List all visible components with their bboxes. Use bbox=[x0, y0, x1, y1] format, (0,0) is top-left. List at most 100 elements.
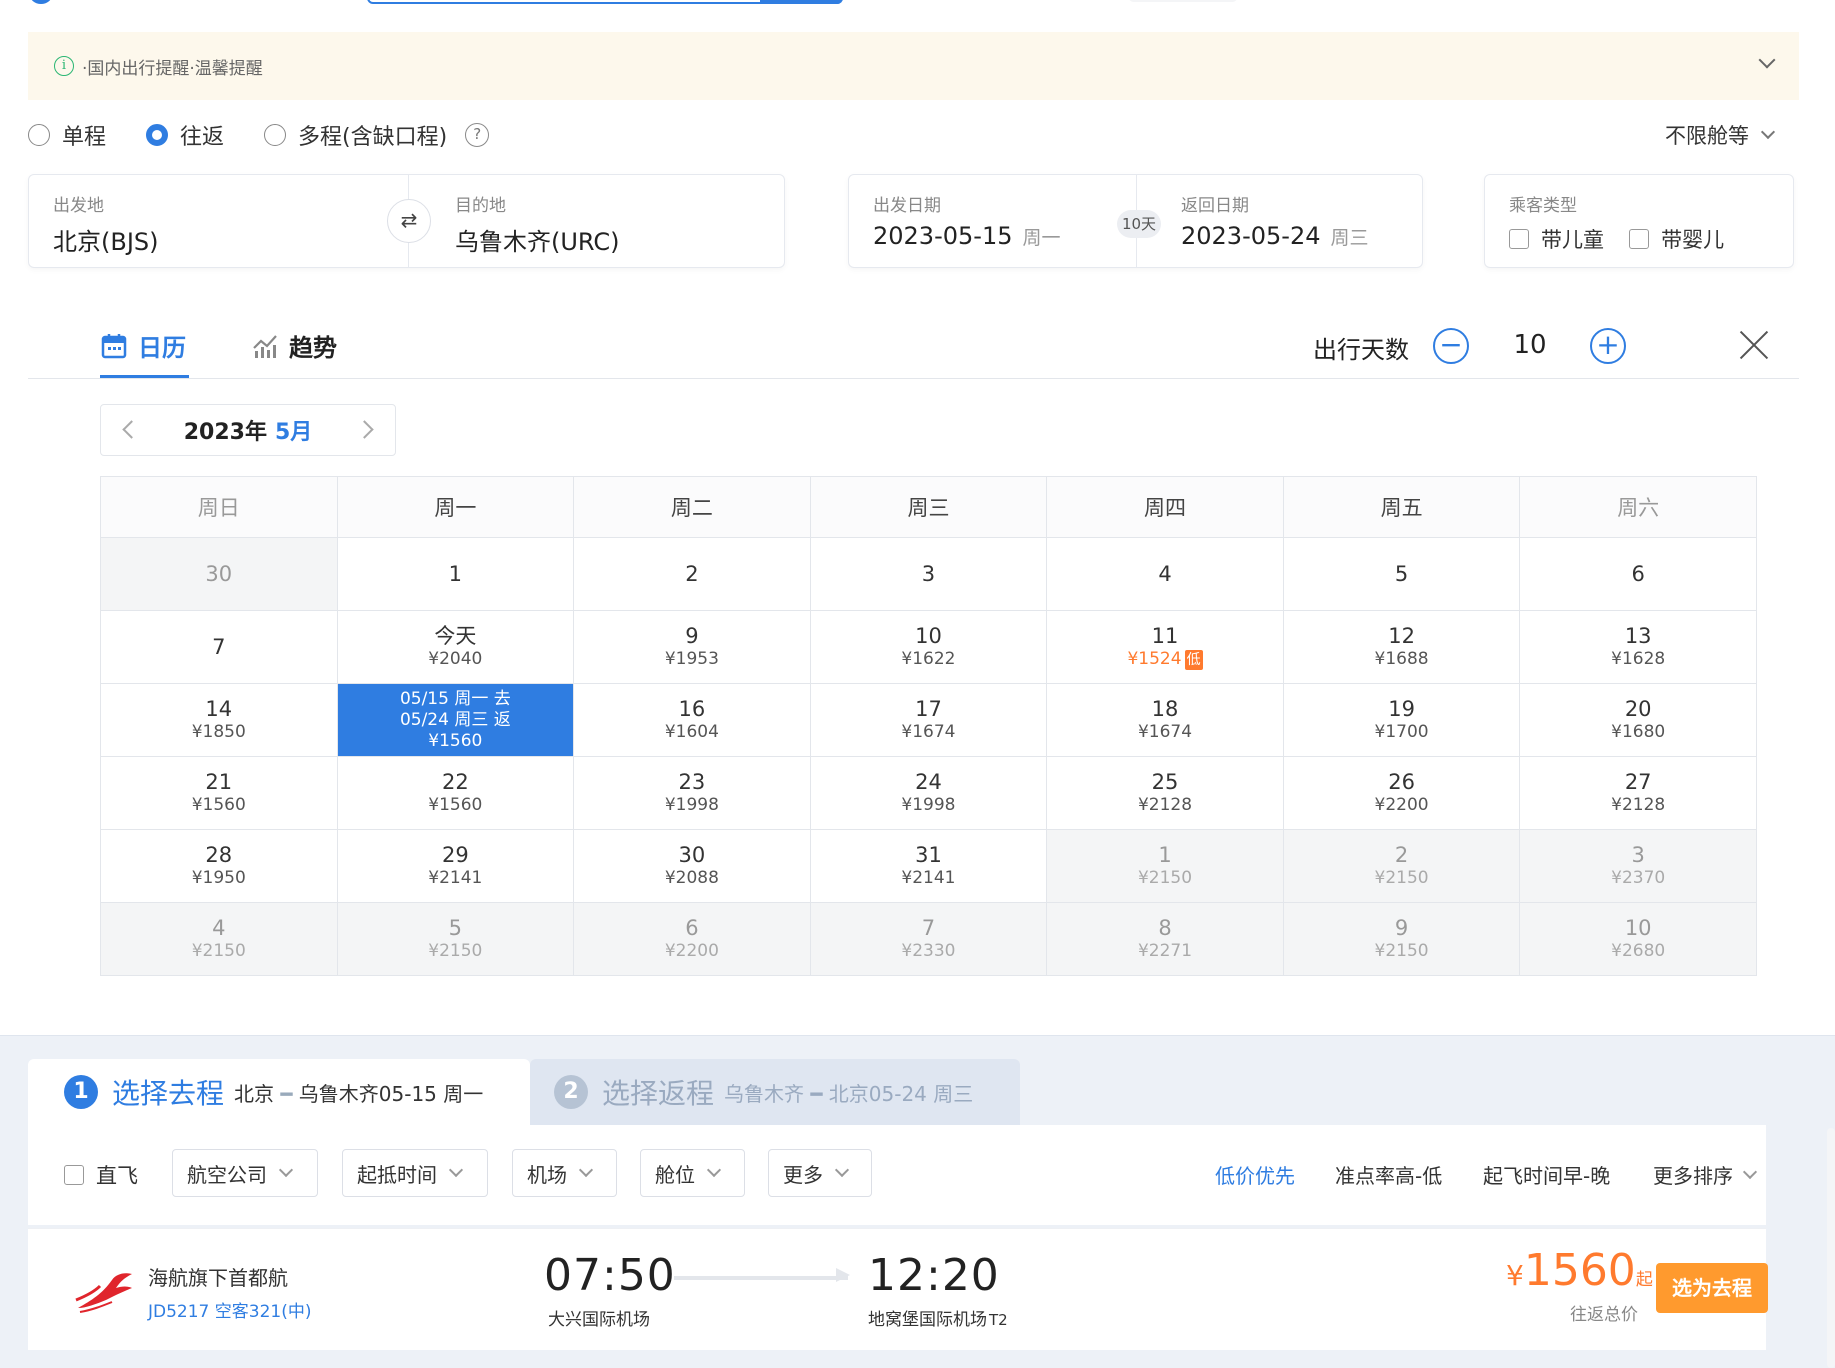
trip-type-multi[interactable]: 多程(含缺口程) bbox=[264, 119, 447, 151]
calendar-day[interactable]: 25 ¥2128 bbox=[1046, 756, 1284, 830]
direct-flight-checkbox[interactable]: 直飞 bbox=[64, 1160, 138, 1190]
trend-chart-icon bbox=[253, 334, 277, 358]
airline-logo-icon bbox=[75, 1273, 132, 1313]
filter-more[interactable]: 更多 bbox=[768, 1149, 872, 1197]
calendar-day[interactable]: 24 ¥1998 bbox=[809, 756, 1048, 830]
calendar-day[interactable]: 3 bbox=[809, 537, 1048, 611]
step-return-tab[interactable]: 2 选择返程 乌鲁木齐 ━ 北京05-24 周三 bbox=[530, 1059, 1020, 1125]
calendar-day[interactable]: 5 bbox=[1282, 537, 1521, 611]
to-field[interactable]: 目的地 乌鲁木齐(URC) bbox=[455, 191, 620, 257]
day-price: ¥2150 bbox=[1374, 941, 1429, 961]
calendar-day[interactable]: 10 ¥1622 bbox=[809, 610, 1048, 684]
swap-icon[interactable]: ⇄ bbox=[387, 199, 431, 243]
day-price: ¥1700 bbox=[1374, 722, 1429, 742]
plus-icon[interactable]: + bbox=[1590, 328, 1626, 364]
day-price: ¥1950 bbox=[191, 868, 246, 888]
calendar-day[interactable]: 30 ¥2088 bbox=[573, 829, 811, 903]
day-price: ¥2150 bbox=[1374, 868, 1429, 888]
day-number: 7 bbox=[921, 916, 936, 940]
from-field[interactable]: 出发地 北京(BJS) bbox=[53, 191, 159, 257]
calendar-day[interactable]: 17 ¥1674 bbox=[809, 683, 1048, 757]
scrollbar[interactable] bbox=[1827, 1128, 1835, 1368]
tab-calendar[interactable]: 日历 bbox=[100, 328, 186, 363]
help-icon[interactable]: ? bbox=[465, 123, 490, 147]
sort-depart-time[interactable]: 起飞时间早-晚 bbox=[1483, 1160, 1610, 1189]
calendar-day[interactable]: 14 ¥1850 bbox=[100, 683, 338, 757]
sort-low-price[interactable]: 低价优先 bbox=[1215, 1160, 1295, 1189]
filter-time[interactable]: 起抵时间 bbox=[342, 1149, 488, 1197]
calendar-day[interactable]: 20 ¥1680 bbox=[1519, 683, 1757, 757]
calendar-day[interactable]: 6 bbox=[1519, 537, 1757, 611]
trip-type-oneway[interactable]: 单程 bbox=[28, 119, 106, 151]
filter-airport[interactable]: 机场 bbox=[512, 1149, 617, 1197]
weekday-header: 周日 bbox=[100, 476, 338, 538]
calendar-day[interactable]: 9 ¥1953 bbox=[573, 610, 811, 684]
calendar-day: 8 ¥2271 bbox=[1046, 902, 1284, 976]
calendar-day[interactable]: 29 ¥2141 bbox=[336, 829, 575, 903]
day-number: 14 bbox=[205, 697, 233, 721]
minus-icon[interactable]: − bbox=[1433, 328, 1469, 364]
calendar-day[interactable]: 31 ¥2141 bbox=[809, 829, 1048, 903]
calendar-day[interactable]: 28 ¥1950 bbox=[100, 829, 338, 903]
travel-notice-bar[interactable]: i ·国内出行提醒·温馨提醒 bbox=[28, 32, 1799, 100]
calendar-day[interactable]: 18 ¥1674 bbox=[1046, 683, 1284, 757]
trip-type-roundtrip[interactable]: 往返 bbox=[146, 119, 224, 151]
day-number: 13 bbox=[1624, 624, 1652, 648]
with-child-checkbox[interactable]: 带儿童 bbox=[1509, 224, 1604, 254]
calendar-day[interactable]: 7 bbox=[100, 610, 338, 684]
sort-more[interactable]: 更多排序 bbox=[1653, 1160, 1758, 1189]
with-infant-checkbox[interactable]: 带婴儿 bbox=[1629, 224, 1724, 254]
tab-trend[interactable]: 趋势 bbox=[251, 328, 337, 363]
top-nav-item[interactable] bbox=[1128, 0, 1238, 2]
select-outbound-button[interactable]: 选为去程 bbox=[1656, 1263, 1768, 1313]
calendar-day[interactable]: 13 ¥1628 bbox=[1519, 610, 1757, 684]
calendar-day[interactable]: 16 ¥1604 bbox=[573, 683, 811, 757]
day-number: 7 bbox=[212, 635, 226, 659]
day-number: 3 bbox=[921, 562, 936, 586]
chevron-down-icon[interactable] bbox=[1758, 51, 1776, 69]
day-number: 10 bbox=[1624, 916, 1652, 940]
day-number: 6 bbox=[1631, 562, 1645, 586]
calendar-day: 30 bbox=[100, 537, 338, 611]
calendar-day[interactable]: 22 ¥1560 bbox=[336, 756, 575, 830]
chevron-left-icon[interactable] bbox=[122, 420, 141, 439]
filter-cabin[interactable]: 舱位 bbox=[640, 1149, 745, 1197]
weekday-header: 周五 bbox=[1282, 476, 1521, 538]
calendar-day[interactable]: 26 ¥2200 bbox=[1282, 756, 1521, 830]
day-number: 1 bbox=[1158, 843, 1172, 867]
day-price: ¥1680 bbox=[1611, 722, 1666, 742]
day-number: 23 bbox=[678, 770, 706, 794]
calendar-day: 10 ¥2680 bbox=[1519, 902, 1757, 976]
departure-airport: 大兴国际机场 bbox=[548, 1310, 650, 1330]
calendar-day[interactable]: 11 ¥1524 低 bbox=[1046, 610, 1284, 684]
depart-date-field[interactable]: 出发日期 2023-05-15 周一 bbox=[873, 191, 1061, 250]
calendar-day[interactable]: 23 ¥1998 bbox=[573, 756, 811, 830]
day-price: ¥1560 bbox=[428, 730, 483, 751]
sort-on-time[interactable]: 准点率高-低 bbox=[1335, 1160, 1442, 1189]
filter-airline[interactable]: 航空公司 bbox=[172, 1149, 318, 1197]
calendar-day: 6 ¥2200 bbox=[573, 902, 811, 976]
calendar-day-selected[interactable]: 05/15 周一 去 05/24 周三 返 ¥1560 bbox=[336, 683, 575, 757]
day-price: ¥1524 低 bbox=[1127, 649, 1203, 670]
step-outbound-tab[interactable]: 1 选择去程 北京 ━ 乌鲁木齐05-15 周一 bbox=[28, 1059, 530, 1125]
calendar-day[interactable]: 今天 ¥2040 bbox=[336, 610, 575, 684]
day-number: 28 bbox=[205, 843, 233, 867]
search-button[interactable] bbox=[760, 0, 843, 4]
return-date-field[interactable]: 返回日期 2023-05-24 周三 bbox=[1181, 191, 1369, 250]
calendar-day[interactable]: 12 ¥1688 bbox=[1282, 610, 1521, 684]
calendar-day[interactable]: 2 bbox=[573, 537, 811, 611]
calendar-day[interactable]: 19 ¥1700 bbox=[1282, 683, 1521, 757]
close-icon[interactable] bbox=[1737, 328, 1771, 362]
flight-number[interactable]: JD5217 空客321(中) bbox=[148, 1297, 311, 1322]
day-number: 30 bbox=[678, 843, 706, 867]
calendar-day[interactable]: 21 ¥1560 bbox=[100, 756, 338, 830]
calendar-day[interactable]: 1 bbox=[336, 537, 575, 611]
flight-price: ¥1560起 bbox=[1506, 1245, 1653, 1296]
calendar-day[interactable]: 27 ¥2128 bbox=[1519, 756, 1757, 830]
weekday-header: 周三 bbox=[809, 476, 1048, 538]
calendar-day: 1 ¥2150 bbox=[1046, 829, 1284, 903]
chevron-right-icon[interactable] bbox=[355, 420, 374, 439]
calendar-day[interactable]: 4 bbox=[1046, 537, 1284, 611]
cabin-class-select[interactable]: 不限舱等 bbox=[1665, 120, 1776, 150]
day-number: 10 bbox=[915, 624, 942, 648]
